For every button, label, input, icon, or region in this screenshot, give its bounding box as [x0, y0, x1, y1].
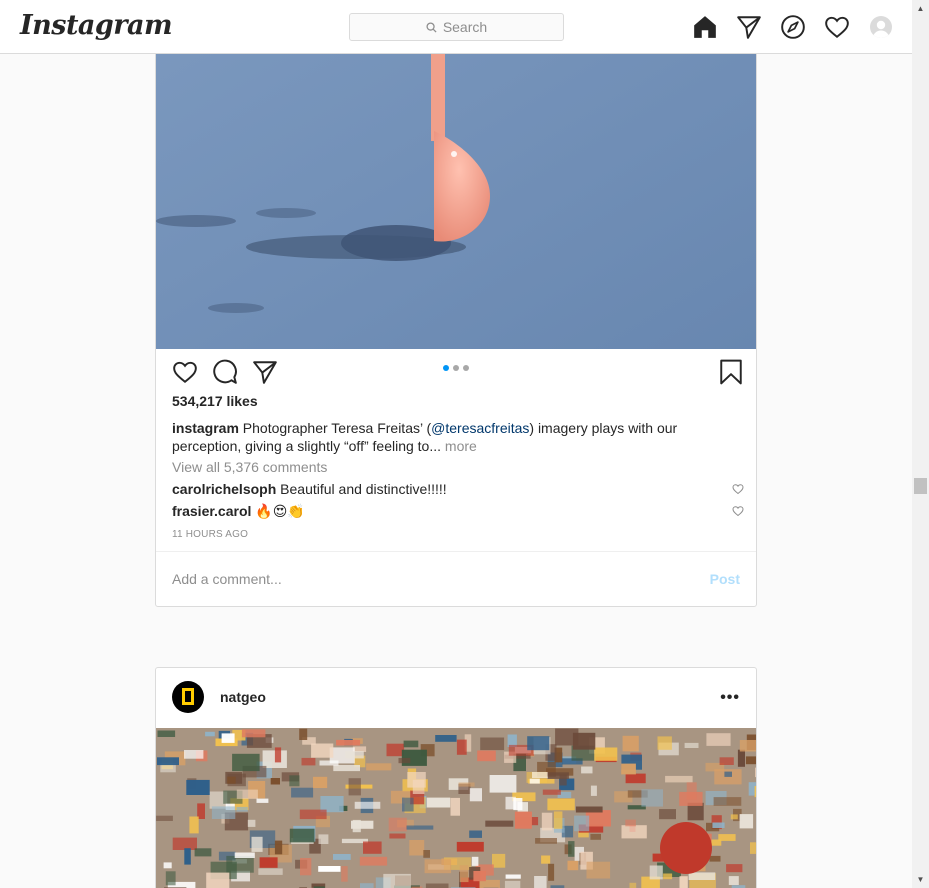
post-header: natgeo ••• [156, 668, 756, 728]
natgeo-logo-icon [182, 688, 194, 705]
activity-heart-icon[interactable] [824, 14, 850, 40]
caption-more-link[interactable]: more [441, 438, 477, 454]
post-image[interactable] [156, 728, 756, 888]
carousel-dot [453, 365, 459, 371]
caption-text: Photographer Teresa Freitas’ ( [238, 420, 432, 436]
carousel-dot-active [443, 365, 449, 371]
beach-crowd-photo [156, 728, 756, 888]
add-comment-section: Add a comment... Post [156, 551, 756, 607]
default-avatar-icon [872, 20, 890, 38]
share-direct-icon[interactable] [252, 359, 278, 385]
scroll-down-arrow-icon[interactable]: ▼ [912, 871, 929, 888]
caption-username[interactable]: instagram [172, 420, 239, 436]
like-heart-icon[interactable] [172, 359, 198, 385]
instagram-logo[interactable]: Instagram [20, 10, 173, 41]
post-comment-button[interactable]: Post [710, 571, 740, 587]
page-scrollbar[interactable] [912, 0, 929, 888]
add-comment-input[interactable]: Add a comment... [172, 571, 282, 587]
explore-icon[interactable] [780, 14, 806, 40]
scroll-up-arrow-icon[interactable]: ▲ [912, 0, 929, 17]
scrollbar-thumb[interactable] [914, 478, 927, 494]
natgeo-avatar[interactable] [172, 681, 204, 713]
post-timestamp[interactable]: 11 HOURS AGO [172, 529, 248, 540]
home-icon[interactable] [692, 14, 718, 40]
carousel-dot [463, 365, 469, 371]
comment-text: Beautiful and distinctive!!!!! [276, 481, 447, 497]
comment-username[interactable]: frasier.carol [172, 503, 251, 519]
post-card: natgeo ••• [155, 667, 757, 888]
save-bookmark-icon[interactable] [718, 359, 744, 385]
carousel-indicator [443, 365, 469, 371]
more-options-icon[interactable]: ••• [720, 689, 740, 707]
likes-count[interactable]: 534,217 likes [172, 393, 258, 409]
top-navigation-bar: Instagram Search [0, 0, 912, 54]
comment-row: frasier.carol 🔥😍👏 [172, 503, 744, 520]
profile-avatar[interactable] [870, 16, 892, 38]
search-placeholder: Search [442, 19, 488, 35]
post-card: 534,217 likes instagram Photographer Ter… [155, 0, 757, 607]
post-actions [156, 359, 756, 389]
comment-username[interactable]: carolrichelsoph [172, 481, 276, 497]
comment-text: 🔥😍👏 [251, 503, 305, 519]
view-all-comments-link[interactable]: View all 5,376 comments [172, 459, 327, 475]
comment-like-icon[interactable] [732, 505, 744, 517]
post-caption: instagram Photographer Teresa Freitas’ (… [172, 419, 744, 455]
search-icon [426, 21, 437, 33]
comment-like-icon[interactable] [732, 483, 744, 495]
caption-mention[interactable]: @teresacfreitas [431, 420, 529, 436]
comment-row: carolrichelsoph Beautiful and distinctiv… [172, 481, 744, 497]
search-input[interactable]: Search [349, 13, 564, 41]
post-username[interactable]: natgeo [220, 689, 266, 705]
comment-icon[interactable] [212, 359, 238, 385]
direct-icon[interactable] [736, 14, 762, 40]
